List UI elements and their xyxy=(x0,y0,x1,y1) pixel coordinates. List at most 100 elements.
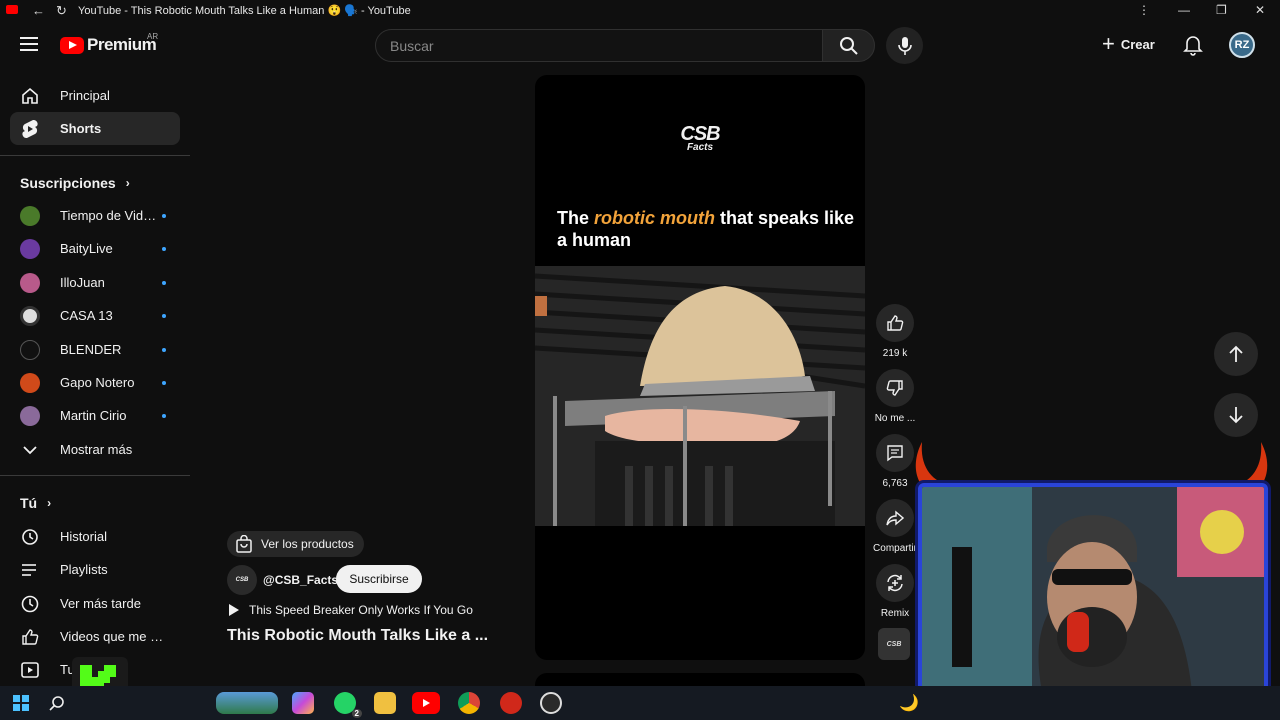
menu-icon[interactable] xyxy=(20,37,38,51)
video-icon xyxy=(20,660,40,680)
sidebar-item-subscription[interactable]: CASA 13 xyxy=(10,299,180,332)
view-products-button[interactable]: Ver los productos xyxy=(227,531,364,557)
chrome-icon[interactable] xyxy=(458,692,480,714)
headline-highlight: robotic mouth xyxy=(594,208,715,228)
sidebar-item-playlists[interactable]: Playlists xyxy=(10,553,180,586)
video-title[interactable]: This Robotic Mouth Talks Like a ... xyxy=(227,627,488,645)
shopping-bag-icon xyxy=(236,535,252,553)
you-heading[interactable]: Tú › xyxy=(20,495,51,511)
share-button[interactable]: Compartir xyxy=(873,499,917,554)
sidebar-item-subscription[interactable]: BaityLive xyxy=(10,232,180,265)
windows-taskbar xyxy=(0,686,1280,720)
window-title: YouTube - This Robotic Mouth Talks Like … xyxy=(78,5,411,17)
view-products-label: Ver los productos xyxy=(261,537,354,551)
show-more-button[interactable]: Mostrar más xyxy=(10,433,180,466)
short-video-player[interactable]: CSB Facts The robotic mouth that speaks … xyxy=(535,75,865,660)
restore-button[interactable]: ❐ xyxy=(1216,3,1227,17)
subscription-label: Tiempo de Videojuegos xyxy=(60,208,160,223)
youtube-premium-logo[interactable]: Premium AR xyxy=(60,32,159,55)
brand-line-1: CSB xyxy=(680,123,720,145)
sidebar-item-subscription[interactable]: Martin Cirio xyxy=(10,399,180,432)
channel-avatar xyxy=(20,272,40,293)
subscription-label: Gapo Notero xyxy=(60,375,135,390)
browser-menu-button[interactable]: ⋮ xyxy=(1138,3,1150,17)
create-label: Crear xyxy=(1120,36,1155,52)
sidebar-item-label: Playlists xyxy=(60,562,108,577)
youtube-play-icon xyxy=(60,36,84,54)
channel-avatar xyxy=(20,405,40,426)
sidebar-item-principal[interactable]: Principal xyxy=(10,79,180,112)
subscription-label: Martin Cirio xyxy=(60,408,127,423)
like-button[interactable]: 219 k xyxy=(874,304,916,359)
sidebar-item-subscription[interactable]: IlloJuan xyxy=(10,266,180,299)
new-content-dot xyxy=(162,213,166,218)
channel-avatar: CSB xyxy=(227,565,257,595)
app-red-icon[interactable] xyxy=(500,692,522,714)
dislike-label: No me ... xyxy=(874,413,916,424)
previous-short-button[interactable] xyxy=(1214,332,1258,376)
like-count: 219 k xyxy=(882,348,908,359)
region-code: AR xyxy=(147,32,159,41)
search-icon xyxy=(839,36,858,55)
sidebar-item-historial[interactable]: Historial xyxy=(10,520,180,553)
sidebar-item-liked-videos[interactable]: Videos que me gustaron xyxy=(10,620,180,653)
dislike-button[interactable]: No me ... xyxy=(874,369,916,424)
minimize-button[interactable]: — xyxy=(1178,3,1190,17)
bell-icon xyxy=(1183,36,1203,56)
new-content-dot xyxy=(162,313,166,318)
shorts-icon xyxy=(20,119,40,139)
next-short-button[interactable] xyxy=(1214,393,1258,437)
sidebar-item-label: Shorts xyxy=(60,121,102,136)
search-button[interactable] xyxy=(822,29,875,62)
channel-link[interactable]: CSB @CSB_Facts xyxy=(227,565,338,595)
sidebar-item-label: Videos que me gustaron xyxy=(60,629,170,644)
account-avatar[interactable]: RZ xyxy=(1229,32,1255,58)
night-light-icon[interactable]: 🌙 xyxy=(898,692,920,714)
search-input[interactable]: Buscar xyxy=(375,29,823,62)
arrow-up-icon xyxy=(1229,345,1243,362)
sidebar-item-subscription[interactable]: Tiempo de Videojuegos xyxy=(10,199,180,232)
headline-text: The xyxy=(557,208,595,228)
sidebar-item-subscription[interactable]: BLENDER xyxy=(10,333,180,366)
subscriptions-heading[interactable]: Suscripciones › xyxy=(20,175,130,191)
chevron-right-icon: › xyxy=(125,176,130,190)
sidebar-item-watch-later[interactable]: Ver más tarde xyxy=(10,587,180,620)
copilot-icon[interactable] xyxy=(292,692,314,714)
related-video-title: This Speed Breaker Only Works If You Go xyxy=(249,603,473,617)
subscription-label: CASA 13 xyxy=(60,308,113,323)
file-explorer-icon[interactable] xyxy=(374,692,396,714)
widgets-landscape-icon[interactable] xyxy=(216,692,278,714)
chevron-down-icon xyxy=(20,440,40,460)
csb-facts-logo: CSB Facts xyxy=(535,123,865,153)
show-more-label: Mostrar más xyxy=(60,442,133,457)
subscriptions-heading-label: Suscripciones xyxy=(20,175,116,191)
subscribe-button[interactable]: Suscribirse xyxy=(336,565,422,593)
windows-start-icon[interactable] xyxy=(10,692,32,714)
channel-avatar xyxy=(20,238,40,259)
remix-button[interactable]: Remix xyxy=(874,564,916,619)
playlist-icon xyxy=(20,560,40,580)
remix-icon xyxy=(876,564,914,602)
plus-icon: + xyxy=(1102,31,1115,56)
reload-button[interactable]: ↻ xyxy=(56,3,67,19)
new-content-dot xyxy=(162,380,166,385)
history-icon xyxy=(20,527,40,547)
whatsapp-icon[interactable]: 2 xyxy=(334,692,362,718)
youtube-taskbar-icon[interactable] xyxy=(412,692,440,714)
notifications-button[interactable] xyxy=(1183,34,1203,61)
back-button[interactable]: ← xyxy=(32,3,45,18)
taskbar-search-icon[interactable] xyxy=(46,692,68,714)
sidebar-item-subscription[interactable]: Gapo Notero xyxy=(10,366,180,399)
channel-thumbnail[interactable]: CSB xyxy=(878,628,910,660)
voice-search-button[interactable] xyxy=(886,27,923,64)
related-video-link[interactable]: This Speed Breaker Only Works If You Go xyxy=(229,603,473,617)
you-heading-label: Tú xyxy=(20,495,38,511)
obs-icon[interactable] xyxy=(540,692,562,714)
create-button[interactable]: + Crear xyxy=(1102,33,1155,55)
streamer-webcam xyxy=(918,483,1268,696)
subscription-label: BaityLive xyxy=(60,241,113,256)
sidebar-item-shorts[interactable]: Shorts xyxy=(10,112,180,145)
subscription-label: IlloJuan xyxy=(60,275,105,290)
channel-handle: @CSB_Facts xyxy=(263,573,339,587)
close-button[interactable]: ✕ xyxy=(1255,3,1265,17)
